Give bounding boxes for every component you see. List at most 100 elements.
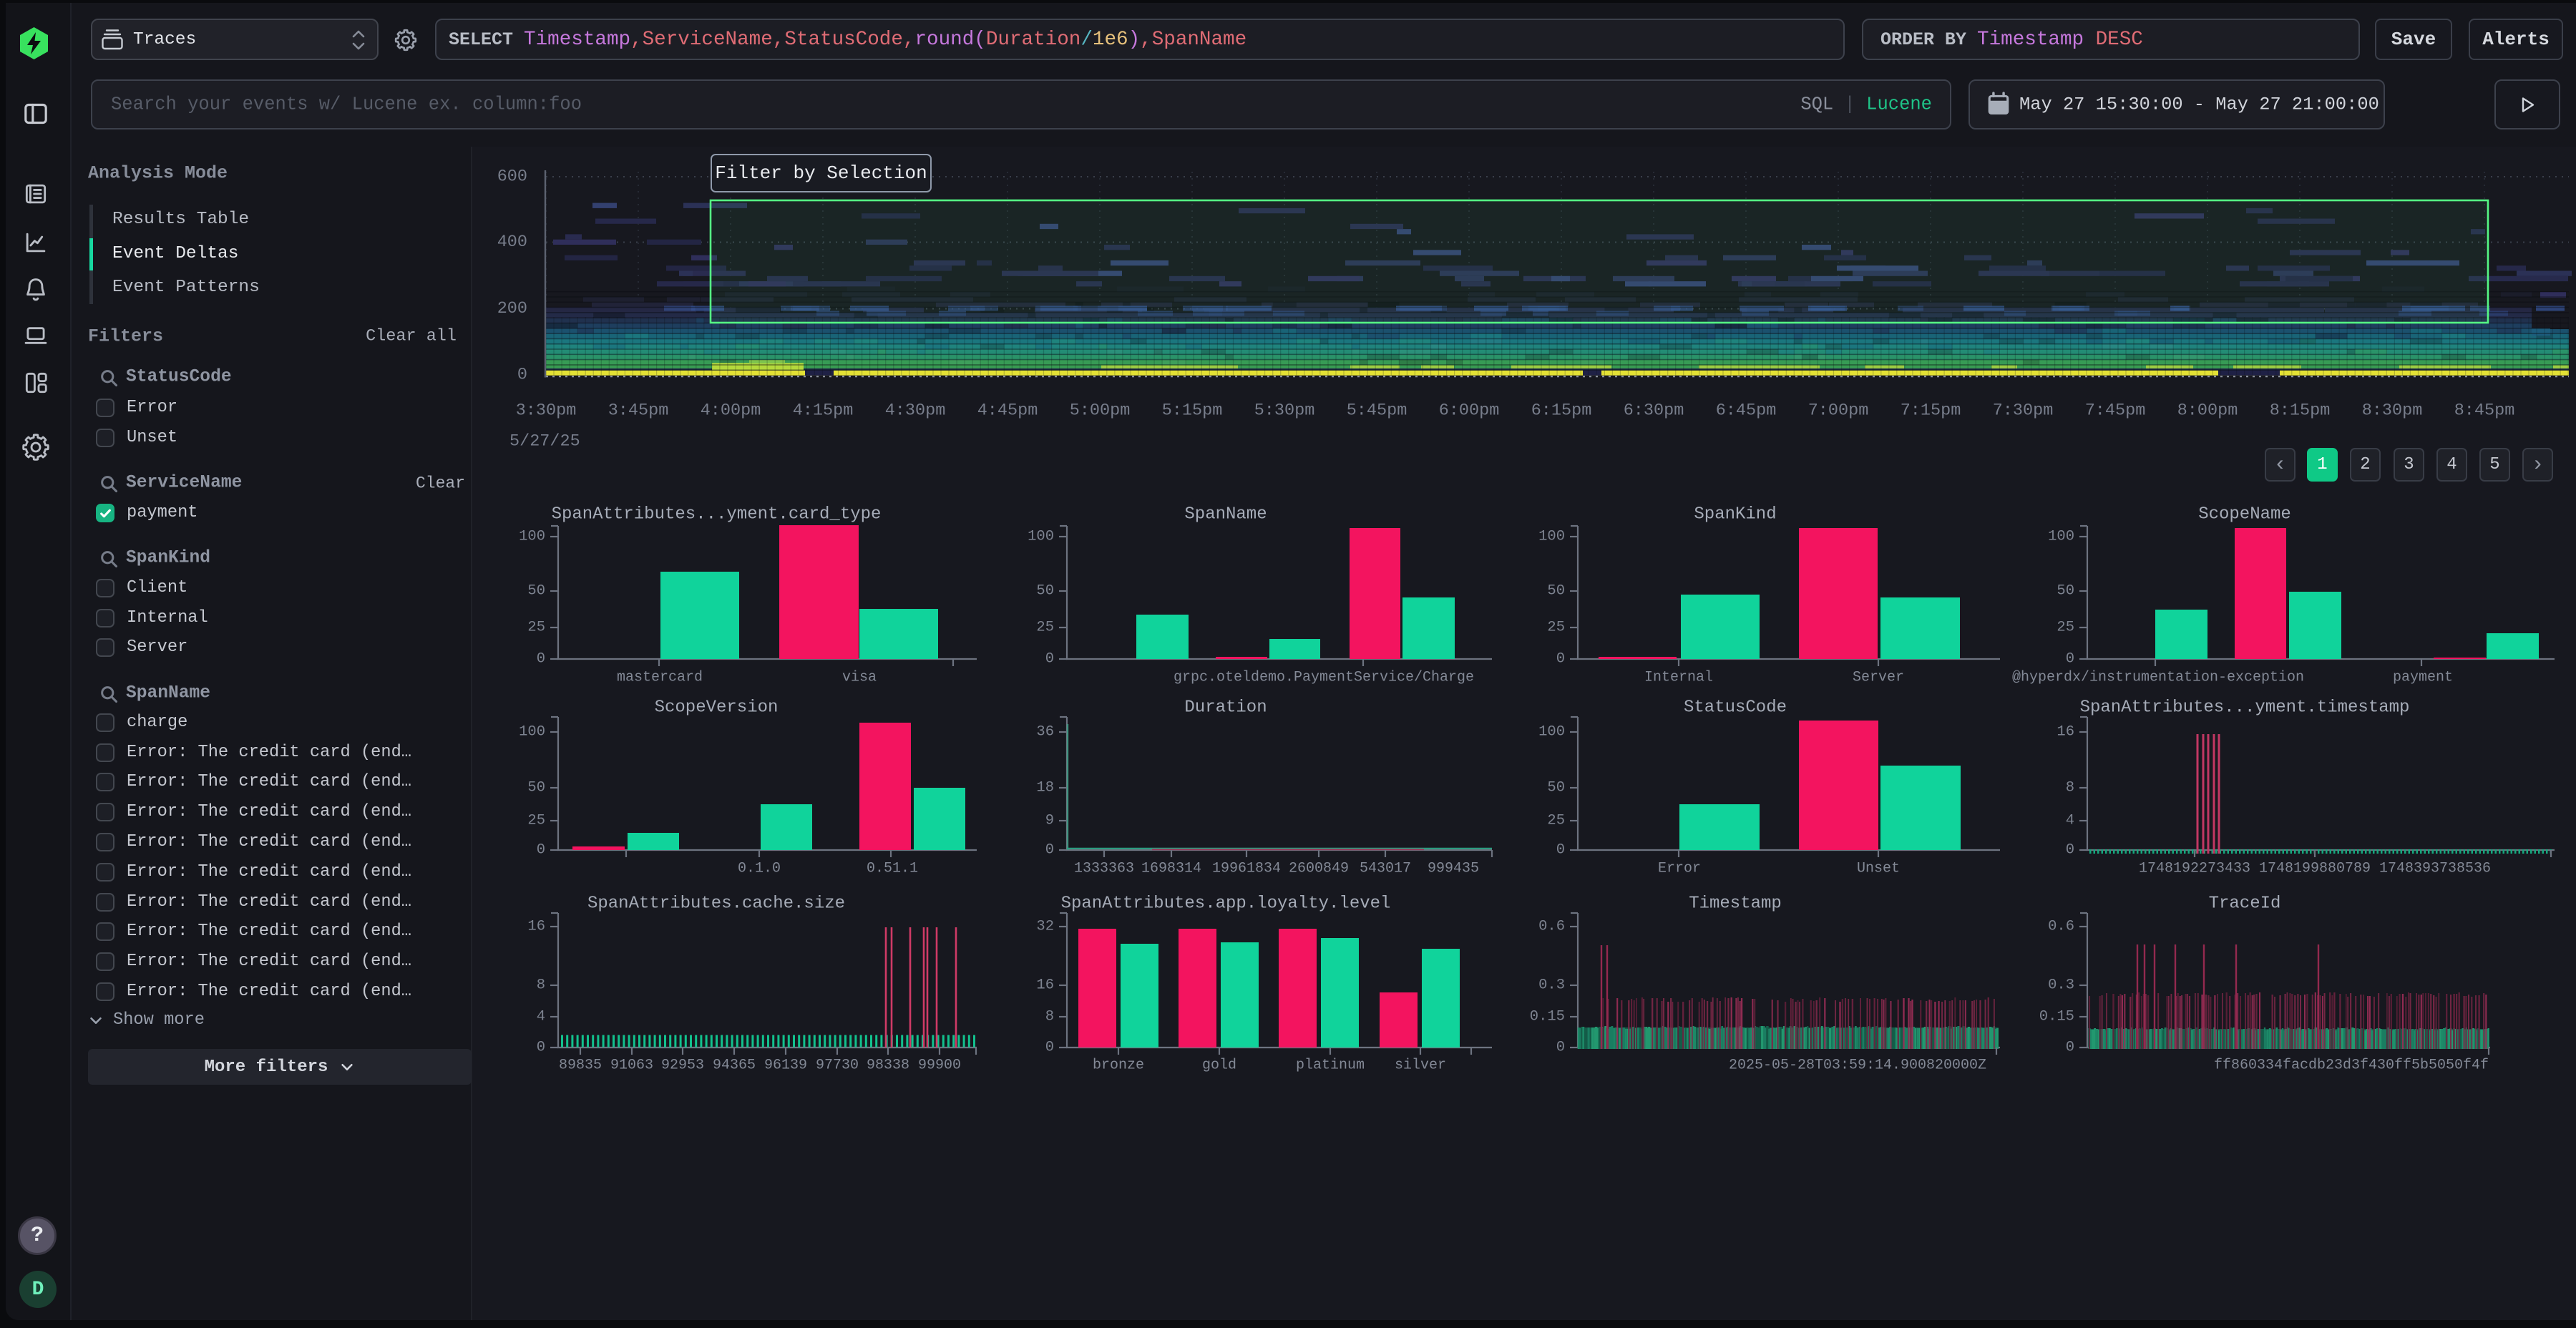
svg-text:8:00pm: 8:00pm [2177,401,2238,421]
svg-text:5:30pm: 5:30pm [1254,401,1315,421]
svg-text:100: 100 [519,724,545,741]
svg-text:0.1.0: 0.1.0 [738,861,781,877]
svg-text:0.3: 0.3 [1538,977,1565,994]
svg-text:4: 4 [537,1009,545,1025]
svg-text:94365: 94365 [713,1058,756,1074]
svg-text:8:30pm: 8:30pm [2362,401,2423,421]
svg-text:0.15: 0.15 [2039,1009,2074,1025]
svg-text:91063: 91063 [610,1058,653,1074]
svg-text:5:00pm: 5:00pm [1070,401,1131,421]
svg-text:0: 0 [1045,1040,1054,1056]
svg-text:3:45pm: 3:45pm [608,401,669,421]
svg-text:18: 18 [1036,780,1054,796]
svg-text:7:00pm: 7:00pm [1808,401,1869,421]
svg-text:Internal: Internal [1644,670,1713,686]
svg-text:5:15pm: 5:15pm [1162,401,1223,421]
svg-text:0: 0 [1045,651,1054,668]
svg-text:19961834: 19961834 [1212,861,1281,877]
svg-text:7:45pm: 7:45pm [2085,401,2146,421]
svg-text:99900: 99900 [918,1058,961,1074]
svg-text:6:45pm: 6:45pm [1716,401,1777,421]
svg-text:0: 0 [537,1040,545,1056]
svg-text:50: 50 [1036,583,1054,600]
svg-text:50: 50 [527,780,545,796]
svg-text:8:45pm: 8:45pm [2454,401,2515,421]
svg-text:ScopeVersion: ScopeVersion [655,698,779,718]
svg-text:50: 50 [1547,583,1565,600]
svg-text:25: 25 [2057,620,2074,636]
svg-text:0: 0 [1556,842,1565,859]
svg-text:4:15pm: 4:15pm [793,401,854,421]
svg-text:SpanKind: SpanKind [1694,505,1776,524]
svg-text:0: 0 [1045,842,1054,859]
svg-text:1748199880789: 1748199880789 [2259,861,2371,877]
svg-text:0: 0 [537,842,545,859]
svg-text:0.3: 0.3 [2048,977,2074,994]
svg-text:999435: 999435 [1428,861,1479,877]
svg-text:25: 25 [1036,620,1054,636]
svg-text:2600849: 2600849 [1289,861,1349,877]
svg-text:Unset: Unset [1857,861,1900,877]
svg-text:Duration: Duration [1184,698,1267,718]
svg-text:SpanName: SpanName [1184,505,1267,524]
svg-text:0: 0 [1556,1040,1565,1056]
svg-text:1748192273433: 1748192273433 [2139,861,2250,877]
svg-text:0: 0 [2066,842,2074,859]
svg-text:7:30pm: 7:30pm [1993,401,2054,421]
svg-text:3:30pm: 3:30pm [516,401,577,421]
svg-text:98338: 98338 [867,1058,909,1074]
svg-text:400: 400 [497,233,527,252]
svg-text:100: 100 [1028,529,1054,545]
svg-text:payment: payment [2393,670,2453,686]
svg-text:5:45pm: 5:45pm [1347,401,1407,421]
svg-text:50: 50 [2057,583,2074,600]
svg-text:1333363: 1333363 [1074,861,1134,877]
svg-text:100: 100 [2048,529,2074,545]
svg-text:16: 16 [2057,724,2074,741]
svg-text:100: 100 [1538,529,1565,545]
svg-text:8: 8 [1045,1009,1054,1025]
svg-text:0: 0 [2066,651,2074,668]
svg-text:Timestamp: Timestamp [1689,894,1782,914]
svg-text:0.6: 0.6 [2048,919,2074,935]
svg-text:SpanAttributes.cache.size: SpanAttributes.cache.size [587,894,845,914]
svg-text:6:15pm: 6:15pm [1531,401,1592,421]
svg-text:0: 0 [537,651,545,668]
svg-text:16: 16 [1036,977,1054,994]
svg-text:1698314: 1698314 [1141,861,1201,877]
svg-text:TraceId: TraceId [2209,894,2281,914]
svg-text:SpanAttributes.app.loyalty.lev: SpanAttributes.app.loyalty.level [1061,894,1391,914]
svg-text:25: 25 [527,620,545,636]
svg-text:50: 50 [527,583,545,600]
svg-text:SpanAttributes...yment.timesta: SpanAttributes...yment.timestamp [2080,698,2410,718]
svg-text:0: 0 [2066,1040,2074,1056]
svg-text:100: 100 [1538,724,1565,741]
svg-text:0.51.1: 0.51.1 [867,861,918,877]
svg-text:platinum: platinum [1296,1058,1365,1074]
svg-text:0.6: 0.6 [1538,919,1565,935]
svg-text:4:00pm: 4:00pm [701,401,761,421]
svg-text:4: 4 [2066,813,2074,829]
svg-text:9: 9 [1045,813,1054,829]
svg-text:32: 32 [1036,919,1054,935]
svg-text:6:30pm: 6:30pm [1624,401,1684,421]
svg-text:gold: gold [1202,1058,1236,1074]
svg-text:Server: Server [1853,670,1904,686]
svg-text:0: 0 [1556,651,1565,668]
svg-text:mastercard: mastercard [617,670,703,686]
svg-text:SpanAttributes...yment.card_ty: SpanAttributes...yment.card_type [552,505,882,524]
svg-text:89835: 89835 [559,1058,602,1074]
svg-text:ScopeName: ScopeName [2198,505,2291,524]
svg-text:StatusCode: StatusCode [1684,698,1787,718]
svg-text:96139: 96139 [764,1058,807,1074]
svg-text:visa: visa [842,670,877,686]
svg-text:0.15: 0.15 [1530,1009,1565,1025]
svg-text:4:30pm: 4:30pm [885,401,946,421]
svg-text:100: 100 [519,529,545,545]
svg-text:bronze: bronze [1093,1058,1144,1074]
svg-text:0: 0 [517,366,527,385]
svg-text:25: 25 [1547,813,1565,829]
svg-text:8: 8 [537,977,545,994]
svg-text:silver: silver [1395,1058,1446,1074]
svg-text:25: 25 [527,813,545,829]
